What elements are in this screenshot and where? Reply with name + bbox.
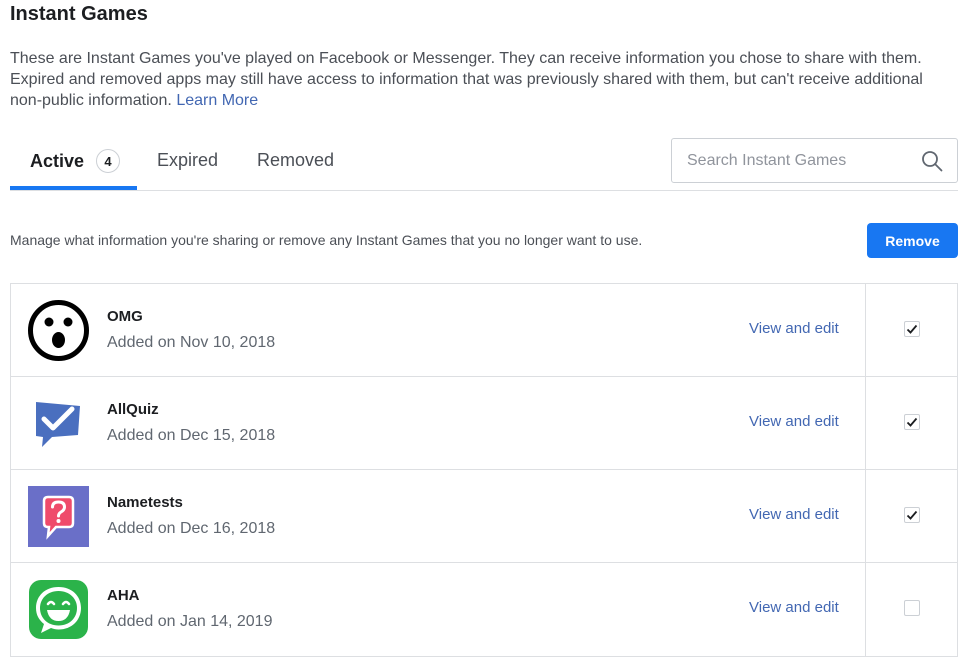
select-column [865, 470, 958, 562]
page-description: These are Instant Games you've played on… [10, 48, 955, 111]
description-text: These are Instant Games you've played on… [10, 50, 923, 109]
tab-removed[interactable]: Removed [257, 132, 334, 189]
omg-surprised-face-icon [28, 300, 89, 361]
tab-active[interactable]: Active 4 [10, 132, 137, 190]
tab-active-label: Active [30, 150, 85, 171]
tab-removed-label: Removed [257, 150, 335, 170]
game-row-nametests: Nametests Added on Dec 16, 2018 View and… [11, 470, 957, 563]
game-name: AllQuiz [107, 401, 159, 418]
view-and-edit-link[interactable]: View and edit [749, 413, 839, 430]
game-checkbox-aha[interactable] [904, 600, 920, 616]
game-name: OMG [107, 308, 143, 325]
view-and-edit-link[interactable]: View and edit [749, 506, 839, 523]
game-added-date: Added on Dec 15, 2018 [107, 427, 276, 444]
games-list: OMG Added on Nov 10, 2018 View and edit … [10, 283, 958, 657]
game-name: AHA [107, 587, 140, 604]
checkmark-icon [906, 510, 918, 520]
view-and-edit-link[interactable]: View and edit [749, 599, 839, 616]
view-and-edit-link[interactable]: View and edit [749, 320, 839, 337]
game-checkbox-nametests[interactable] [904, 507, 920, 523]
search-box [671, 138, 958, 183]
tab-expired-label: Expired [157, 150, 219, 170]
select-column [865, 284, 958, 376]
remove-button[interactable]: Remove [867, 223, 958, 258]
game-added-date: Added on Dec 16, 2018 [107, 520, 276, 537]
game-added-date: Added on Nov 10, 2018 [107, 334, 276, 351]
game-checkbox-allquiz[interactable] [904, 414, 920, 430]
manage-text: Manage what information you're sharing o… [10, 232, 643, 248]
select-column [865, 563, 958, 656]
aha-smile-icon [28, 579, 89, 640]
checkmark-icon [906, 324, 918, 334]
allquiz-checkmark-icon [28, 393, 89, 454]
search-input[interactable] [672, 139, 912, 182]
game-name: Nametests [107, 494, 183, 511]
game-added-date: Added on Jan 14, 2019 [107, 613, 273, 630]
page-title: Instant Games [10, 3, 148, 25]
nametests-question-icon [28, 486, 89, 547]
learn-more-link[interactable]: Learn More [176, 92, 258, 109]
select-column [865, 377, 958, 469]
game-row-allquiz: AllQuiz Added on Dec 15, 2018 View and e… [11, 377, 957, 470]
game-row-omg: OMG Added on Nov 10, 2018 View and edit [11, 284, 957, 377]
search-icon[interactable] [921, 150, 943, 172]
game-checkbox-omg[interactable] [904, 321, 920, 337]
active-count-badge: 4 [96, 149, 121, 173]
tab-expired[interactable]: Expired [157, 132, 218, 189]
checkmark-icon [906, 417, 918, 427]
game-row-aha: AHA Added on Jan 14, 2019 View and edit [11, 563, 957, 656]
